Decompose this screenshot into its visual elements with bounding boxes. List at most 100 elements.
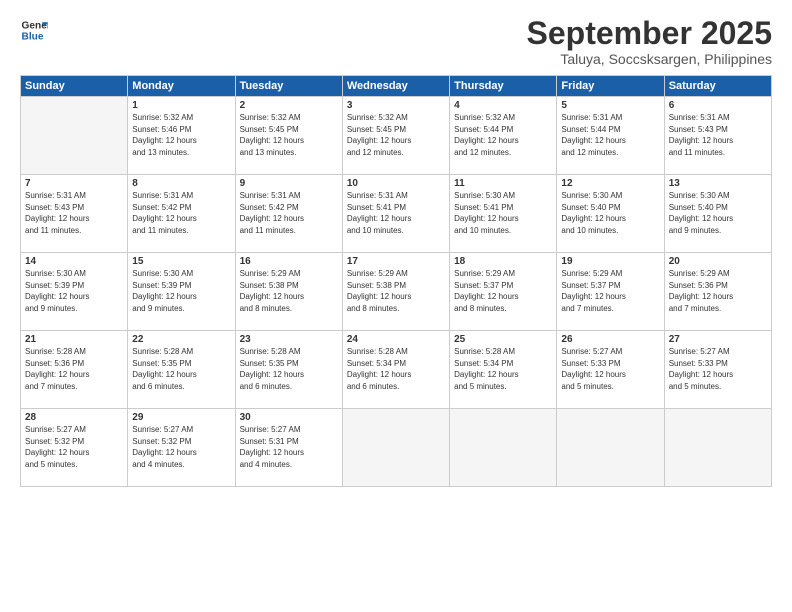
month-title: September 2025 [527,16,772,51]
day-number: 9 [240,178,338,189]
day-number: 21 [25,334,123,345]
day-info: Sunrise: 5:29 AMSunset: 5:37 PMDaylight:… [561,268,659,314]
day-number: 13 [669,178,767,189]
day-info: Sunrise: 5:27 AMSunset: 5:31 PMDaylight:… [240,424,338,470]
calendar-cell [557,409,664,487]
day-info: Sunrise: 5:29 AMSunset: 5:36 PMDaylight:… [669,268,767,314]
day-header: Tuesday [235,76,342,97]
day-info: Sunrise: 5:27 AMSunset: 5:32 PMDaylight:… [25,424,123,470]
calendar-cell: 1Sunrise: 5:32 AMSunset: 5:46 PMDaylight… [128,97,235,175]
day-info: Sunrise: 5:27 AMSunset: 5:33 PMDaylight:… [669,346,767,392]
calendar-cell: 4Sunrise: 5:32 AMSunset: 5:44 PMDaylight… [450,97,557,175]
day-info: Sunrise: 5:32 AMSunset: 5:45 PMDaylight:… [347,112,445,158]
header: General Blue September 2025 Taluya, Socc… [20,16,772,67]
day-info: Sunrise: 5:28 AMSunset: 5:34 PMDaylight:… [347,346,445,392]
calendar-cell: 13Sunrise: 5:30 AMSunset: 5:40 PMDayligh… [664,175,771,253]
day-number: 5 [561,100,659,111]
day-info: Sunrise: 5:30 AMSunset: 5:39 PMDaylight:… [132,268,230,314]
day-number: 16 [240,256,338,267]
day-info: Sunrise: 5:28 AMSunset: 5:36 PMDaylight:… [25,346,123,392]
day-number: 10 [347,178,445,189]
calendar-cell: 8Sunrise: 5:31 AMSunset: 5:42 PMDaylight… [128,175,235,253]
day-info: Sunrise: 5:32 AMSunset: 5:44 PMDaylight:… [454,112,552,158]
day-info: Sunrise: 5:27 AMSunset: 5:32 PMDaylight:… [132,424,230,470]
calendar-cell: 15Sunrise: 5:30 AMSunset: 5:39 PMDayligh… [128,253,235,331]
calendar-week-row: 28Sunrise: 5:27 AMSunset: 5:32 PMDayligh… [21,409,772,487]
calendar-cell: 6Sunrise: 5:31 AMSunset: 5:43 PMDaylight… [664,97,771,175]
day-header: Monday [128,76,235,97]
calendar-cell: 9Sunrise: 5:31 AMSunset: 5:42 PMDaylight… [235,175,342,253]
day-number: 25 [454,334,552,345]
day-info: Sunrise: 5:29 AMSunset: 5:38 PMDaylight:… [240,268,338,314]
svg-text:General: General [22,20,48,31]
calendar-cell: 14Sunrise: 5:30 AMSunset: 5:39 PMDayligh… [21,253,128,331]
day-number: 26 [561,334,659,345]
day-info: Sunrise: 5:28 AMSunset: 5:35 PMDaylight:… [132,346,230,392]
calendar-week-row: 21Sunrise: 5:28 AMSunset: 5:36 PMDayligh… [21,331,772,409]
calendar-cell [450,409,557,487]
calendar-cell: 22Sunrise: 5:28 AMSunset: 5:35 PMDayligh… [128,331,235,409]
day-number: 12 [561,178,659,189]
calendar-cell: 3Sunrise: 5:32 AMSunset: 5:45 PMDaylight… [342,97,449,175]
calendar-cell: 23Sunrise: 5:28 AMSunset: 5:35 PMDayligh… [235,331,342,409]
day-info: Sunrise: 5:30 AMSunset: 5:40 PMDaylight:… [561,190,659,236]
calendar-cell: 5Sunrise: 5:31 AMSunset: 5:44 PMDaylight… [557,97,664,175]
calendar-cell: 10Sunrise: 5:31 AMSunset: 5:41 PMDayligh… [342,175,449,253]
title-block: September 2025 Taluya, Soccsksargen, Phi… [527,16,772,67]
day-number: 15 [132,256,230,267]
day-number: 22 [132,334,230,345]
calendar-cell: 16Sunrise: 5:29 AMSunset: 5:38 PMDayligh… [235,253,342,331]
day-info: Sunrise: 5:30 AMSunset: 5:41 PMDaylight:… [454,190,552,236]
calendar-cell: 28Sunrise: 5:27 AMSunset: 5:32 PMDayligh… [21,409,128,487]
day-info: Sunrise: 5:29 AMSunset: 5:38 PMDaylight:… [347,268,445,314]
svg-text:Blue: Blue [22,31,44,42]
day-info: Sunrise: 5:32 AMSunset: 5:45 PMDaylight:… [240,112,338,158]
calendar-table: SundayMondayTuesdayWednesdayThursdayFrid… [20,75,772,487]
calendar-week-row: 1Sunrise: 5:32 AMSunset: 5:46 PMDaylight… [21,97,772,175]
calendar-week-row: 14Sunrise: 5:30 AMSunset: 5:39 PMDayligh… [21,253,772,331]
day-info: Sunrise: 5:31 AMSunset: 5:41 PMDaylight:… [347,190,445,236]
logo-icon: General Blue [20,16,48,44]
day-header: Thursday [450,76,557,97]
day-number: 30 [240,412,338,423]
day-info: Sunrise: 5:30 AMSunset: 5:40 PMDaylight:… [669,190,767,236]
day-info: Sunrise: 5:31 AMSunset: 5:44 PMDaylight:… [561,112,659,158]
calendar-cell: 19Sunrise: 5:29 AMSunset: 5:37 PMDayligh… [557,253,664,331]
calendar-cell: 29Sunrise: 5:27 AMSunset: 5:32 PMDayligh… [128,409,235,487]
day-number: 19 [561,256,659,267]
day-number: 17 [347,256,445,267]
calendar-week-row: 7Sunrise: 5:31 AMSunset: 5:43 PMDaylight… [21,175,772,253]
day-info: Sunrise: 5:32 AMSunset: 5:46 PMDaylight:… [132,112,230,158]
header-row: SundayMondayTuesdayWednesdayThursdayFrid… [21,76,772,97]
calendar-cell: 27Sunrise: 5:27 AMSunset: 5:33 PMDayligh… [664,331,771,409]
calendar-cell: 18Sunrise: 5:29 AMSunset: 5:37 PMDayligh… [450,253,557,331]
day-info: Sunrise: 5:30 AMSunset: 5:39 PMDaylight:… [25,268,123,314]
calendar-cell: 7Sunrise: 5:31 AMSunset: 5:43 PMDaylight… [21,175,128,253]
day-header: Saturday [664,76,771,97]
day-number: 18 [454,256,552,267]
day-number: 4 [454,100,552,111]
day-number: 3 [347,100,445,111]
day-number: 27 [669,334,767,345]
day-number: 6 [669,100,767,111]
day-number: 20 [669,256,767,267]
day-info: Sunrise: 5:31 AMSunset: 5:42 PMDaylight:… [240,190,338,236]
day-info: Sunrise: 5:28 AMSunset: 5:35 PMDaylight:… [240,346,338,392]
day-number: 1 [132,100,230,111]
day-header: Friday [557,76,664,97]
calendar-cell [342,409,449,487]
calendar-cell [664,409,771,487]
day-number: 14 [25,256,123,267]
day-info: Sunrise: 5:27 AMSunset: 5:33 PMDaylight:… [561,346,659,392]
day-number: 7 [25,178,123,189]
calendar-cell: 24Sunrise: 5:28 AMSunset: 5:34 PMDayligh… [342,331,449,409]
day-info: Sunrise: 5:31 AMSunset: 5:43 PMDaylight:… [25,190,123,236]
calendar-cell: 20Sunrise: 5:29 AMSunset: 5:36 PMDayligh… [664,253,771,331]
calendar-cell: 30Sunrise: 5:27 AMSunset: 5:31 PMDayligh… [235,409,342,487]
day-info: Sunrise: 5:28 AMSunset: 5:34 PMDaylight:… [454,346,552,392]
page: General Blue September 2025 Taluya, Socc… [0,0,792,612]
subtitle: Taluya, Soccsksargen, Philippines [527,51,772,67]
day-info: Sunrise: 5:31 AMSunset: 5:42 PMDaylight:… [132,190,230,236]
calendar-cell [21,97,128,175]
calendar-cell: 2Sunrise: 5:32 AMSunset: 5:45 PMDaylight… [235,97,342,175]
